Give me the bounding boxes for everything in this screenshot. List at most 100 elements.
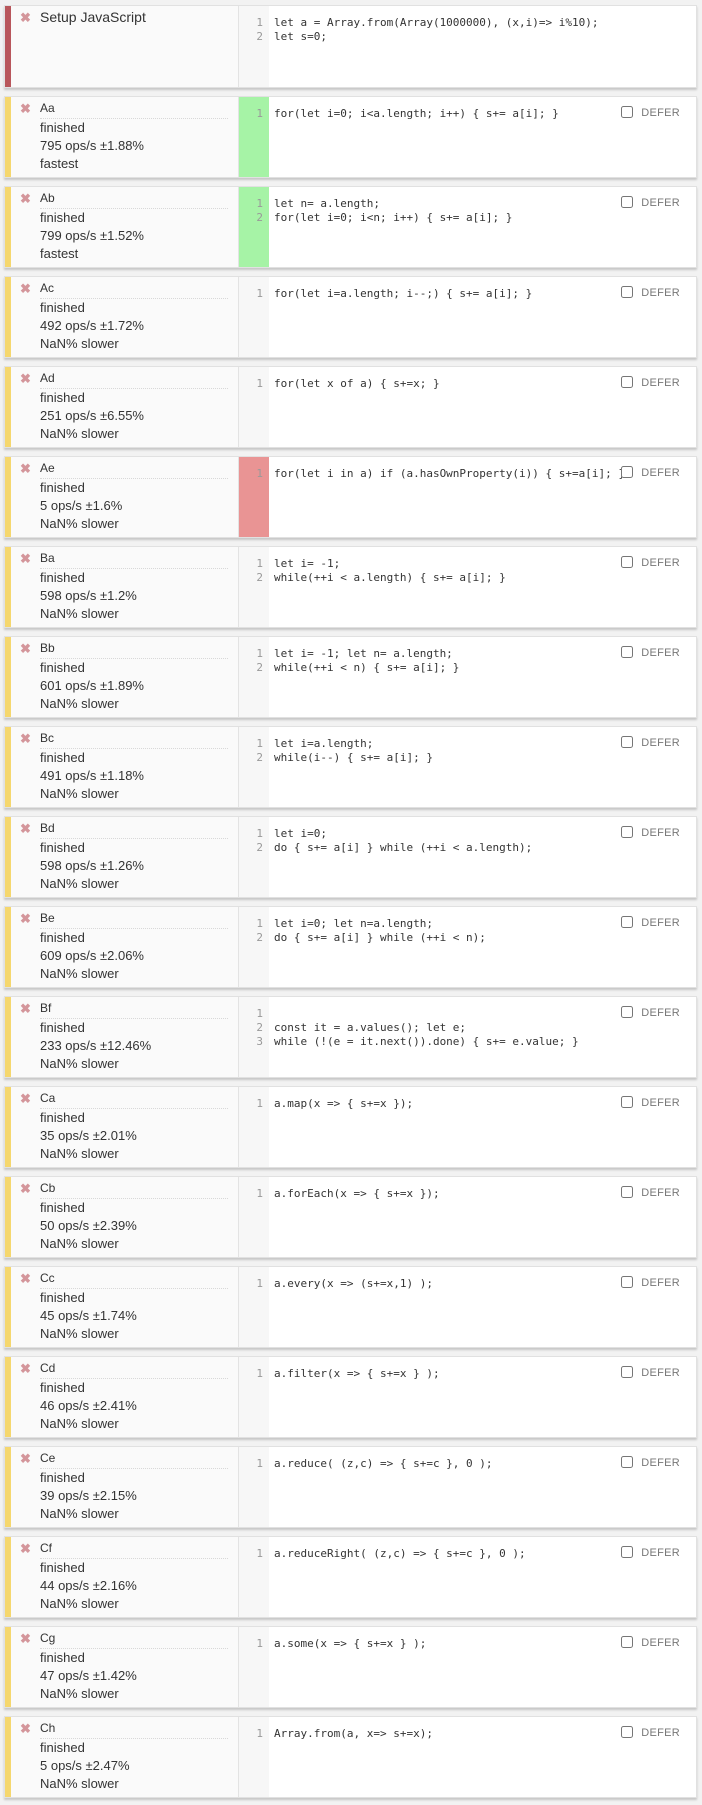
defer-checkbox[interactable] <box>621 826 634 838</box>
code-line[interactable]: a.map(x => { s+=x }); <box>274 1097 413 1111</box>
code-editor[interactable]: 1 2 let i= -1; while(++i < a.length) { s+= … <box>238 547 696 627</box>
defer-option[interactable]: DEFER <box>621 196 680 210</box>
defer-option[interactable]: DEFER <box>621 286 680 300</box>
code-line[interactable]: let n= a.length; <box>274 197 380 211</box>
defer-option[interactable]: DEFER <box>621 1546 680 1560</box>
code-line[interactable]: while(++i < n) { s+= a[i]; } <box>274 661 459 675</box>
close-icon[interactable]: ✖ <box>20 372 31 386</box>
defer-option[interactable]: DEFER <box>621 1186 680 1200</box>
code-line[interactable]: for(let x of a) { s+=x; } <box>274 377 440 391</box>
code-line[interactable]: while(++i < a.length) { s+= a[i]; } <box>274 571 506 585</box>
defer-checkbox[interactable] <box>621 1726 634 1738</box>
code-line[interactable]: a.reduceRight( (z,c) => { s+=c }, 0 ); <box>274 1547 526 1561</box>
defer-option[interactable]: DEFER <box>621 376 680 390</box>
defer-checkbox[interactable] <box>621 1636 634 1648</box>
code-line[interactable]: Array.from(a, x=> s+=x); <box>274 1727 433 1741</box>
close-icon[interactable]: ✖ <box>20 1272 31 1286</box>
close-icon[interactable]: ✖ <box>20 102 31 116</box>
close-icon[interactable]: ✖ <box>20 11 31 25</box>
defer-option[interactable]: DEFER <box>621 1006 680 1020</box>
defer-checkbox[interactable] <box>621 1096 634 1108</box>
defer-option[interactable]: DEFER <box>621 1366 680 1380</box>
close-icon[interactable]: ✖ <box>20 1632 31 1646</box>
defer-checkbox[interactable] <box>621 106 634 118</box>
code-line[interactable]: let i= -1; let n= a.length; <box>274 647 453 661</box>
close-icon[interactable]: ✖ <box>20 192 31 206</box>
defer-checkbox[interactable] <box>621 1006 634 1018</box>
code-editor[interactable]: 1 a.reduce( (z,c) => { s+=c }, 0 ); DEFER <box>238 1447 696 1527</box>
code-editor[interactable]: 1 2 3 const it = a.values(); let e; while (!… <box>238 997 696 1077</box>
code-editor[interactable]: 1 for(let i=a.length; i--;) { s+= a[i]; }… <box>238 277 696 357</box>
code-line[interactable]: for(let i=0; i<a.length; i++) { s+= a[i]… <box>274 107 559 121</box>
defer-checkbox[interactable] <box>621 1456 634 1468</box>
code-editor[interactable]: 1 for(let i=0; i<a.length; i++) { s+= a[i… <box>238 97 696 177</box>
defer-option[interactable]: DEFER <box>621 1276 680 1290</box>
code-editor[interactable]: 1 2 let i= -1; let n= a.length; while(++i <… <box>238 637 696 717</box>
code-line[interactable]: for(let i=a.length; i--;) { s+= a[i]; } <box>274 287 532 301</box>
defer-option[interactable]: DEFER <box>621 916 680 930</box>
code-editor[interactable]: 1 a.every(x => (s+=x,1) ); DEFER <box>238 1267 696 1347</box>
close-icon[interactable]: ✖ <box>20 732 31 746</box>
code-line[interactable]: let i=a.length; <box>274 737 373 751</box>
code-line[interactable]: const it = a.values(); let e; <box>274 1021 466 1035</box>
code-line[interactable]: let i= -1; <box>274 557 340 571</box>
close-icon[interactable]: ✖ <box>20 1002 31 1016</box>
code-line[interactable]: do { s+= a[i] } while (++i < a.length); <box>274 841 532 855</box>
defer-option[interactable]: DEFER <box>621 646 680 660</box>
code-line[interactable]: for(let i in a) if (a.hasOwnProperty(i))… <box>274 467 625 481</box>
code-editor[interactable]: 1 a.reduceRight( (z,c) => { s+=c }, 0 ); D… <box>238 1537 696 1617</box>
defer-option[interactable]: DEFER <box>621 106 680 120</box>
code-editor[interactable]: 1 2 let i=0; let n=a.length; do { s+= a[i] … <box>238 907 696 987</box>
code-line[interactable]: let s=0; <box>274 30 327 44</box>
close-icon[interactable]: ✖ <box>20 642 31 656</box>
code-line[interactable]: do { s+= a[i] } while (++i < n); <box>274 931 486 945</box>
defer-checkbox[interactable] <box>621 736 634 748</box>
close-icon[interactable]: ✖ <box>20 1452 31 1466</box>
defer-option[interactable]: DEFER <box>621 1636 680 1650</box>
defer-checkbox[interactable] <box>621 1276 634 1288</box>
close-icon[interactable]: ✖ <box>20 1182 31 1196</box>
code-line[interactable]: a.filter(x => { s+=x } ); <box>274 1367 440 1381</box>
defer-checkbox[interactable] <box>621 196 634 208</box>
code-line[interactable]: while(i--) { s+= a[i]; } <box>274 751 433 765</box>
defer-checkbox[interactable] <box>621 1366 634 1378</box>
defer-option[interactable]: DEFER <box>621 466 680 480</box>
defer-option[interactable]: DEFER <box>621 826 680 840</box>
code-editor[interactable]: 1 a.map(x => { s+=x }); DEFER <box>238 1087 696 1167</box>
code-editor[interactable]: 1 2 let n= a.length; for(let i=0; i<n; i++)… <box>238 187 696 267</box>
code-editor[interactable]: 1 2 let i=0; do { s+= a[i] } while (++i < a… <box>238 817 696 897</box>
defer-checkbox[interactable] <box>621 646 634 658</box>
defer-option[interactable]: DEFER <box>621 1096 680 1110</box>
code-line[interactable]: a.reduce( (z,c) => { s+=c }, 0 ); <box>274 1457 493 1471</box>
code-line[interactable]: let i=0; <box>274 827 327 841</box>
close-icon[interactable]: ✖ <box>20 822 31 836</box>
code-editor[interactable]: 1 2 let i=a.length; while(i--) { s+= a[i]; … <box>238 727 696 807</box>
defer-option[interactable]: DEFER <box>621 556 680 570</box>
code-editor[interactable]: 1 a.forEach(x => { s+=x }); DEFER <box>238 1177 696 1257</box>
close-icon[interactable]: ✖ <box>20 1092 31 1106</box>
code-line[interactable]: a.some(x => { s+=x } ); <box>274 1637 426 1651</box>
code-editor[interactable]: 1 a.some(x => { s+=x } ); DEFER <box>238 1627 696 1707</box>
code-editor[interactable]: 1 Array.from(a, x=> s+=x); DEFER <box>238 1717 696 1797</box>
code-line[interactable]: a.forEach(x => { s+=x }); <box>274 1187 440 1201</box>
code-editor[interactable]: 1 a.filter(x => { s+=x } ); DEFER <box>238 1357 696 1437</box>
defer-option[interactable]: DEFER <box>621 736 680 750</box>
close-icon[interactable]: ✖ <box>20 1362 31 1376</box>
defer-checkbox[interactable] <box>621 286 634 298</box>
defer-checkbox[interactable] <box>621 376 634 388</box>
code-line[interactable]: while (!(e = it.next()).done) { s+= e.va… <box>274 1035 579 1049</box>
close-icon[interactable]: ✖ <box>20 462 31 476</box>
code-editor[interactable]: 1 for(let x of a) { s+=x; } DEFER <box>238 367 696 447</box>
defer-checkbox[interactable] <box>621 466 634 478</box>
defer-checkbox[interactable] <box>621 1186 634 1198</box>
code-line[interactable]: let a = Array.from(Array(1000000), (x,i)… <box>274 16 599 30</box>
close-icon[interactable]: ✖ <box>20 282 31 296</box>
defer-checkbox[interactable] <box>621 1546 634 1558</box>
code-line[interactable]: let i=0; let n=a.length; <box>274 917 433 931</box>
defer-checkbox[interactable] <box>621 556 634 568</box>
code-line[interactable]: a.every(x => (s+=x,1) ); <box>274 1277 433 1291</box>
close-icon[interactable]: ✖ <box>20 1542 31 1556</box>
code-line[interactable]: for(let i=0; i<n; i++) { s+= a[i]; } <box>274 211 512 225</box>
close-icon[interactable]: ✖ <box>20 912 31 926</box>
close-icon[interactable]: ✖ <box>20 1722 31 1736</box>
